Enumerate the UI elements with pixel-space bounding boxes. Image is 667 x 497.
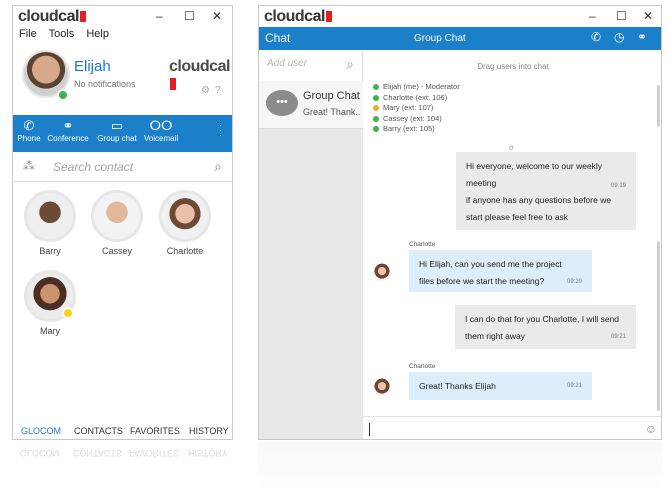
add-user-input[interactable] bbox=[267, 58, 333, 69]
minimize-button[interactable]: – bbox=[156, 9, 163, 23]
menu-file[interactable]: File bbox=[19, 28, 37, 40]
profile-panel: Elijah No notifications cloudcal ⚙ ? bbox=[13, 44, 232, 115]
chat-message: Hi Elijah, can you send me the project f… bbox=[409, 250, 592, 292]
voicemail-icon: ⵔⵔ bbox=[149, 118, 173, 133]
message-sender: Charlotte bbox=[409, 241, 436, 248]
chat-header: Chat Group Chat ✆ ◷ ⚭ bbox=[259, 27, 661, 50]
member-list: Elijah (me) - Moderator Charlotte (ext: … bbox=[373, 82, 460, 135]
search-icon[interactable]: ⌕ bbox=[214, 158, 222, 175]
maximize-button[interactable]: ☐ bbox=[184, 9, 195, 23]
contacts-window: cloudcal – ☐ ✕ File Tools Help Elijah No… bbox=[12, 5, 233, 440]
chat-title: Chat bbox=[265, 31, 291, 45]
phone-button[interactable]: ✆ Phone bbox=[15, 115, 43, 152]
tab-history[interactable]: HISTORY bbox=[189, 426, 229, 436]
call-icon[interactable]: ✆ bbox=[591, 30, 601, 44]
member-scrollbar[interactable] bbox=[657, 85, 660, 127]
action-bar: ✆ Phone ⚭ Conference ▭ Group chat ⵔⵔ Voi… bbox=[13, 115, 232, 152]
conference-button[interactable]: ⚭ Conference bbox=[43, 115, 93, 152]
member-item[interactable]: Charlotte (ext: 106) bbox=[373, 93, 460, 104]
contact-search: ⁂ ⌕ bbox=[13, 152, 232, 182]
group-chat-button[interactable]: ▭ Group chat bbox=[93, 115, 141, 152]
tab-contacts[interactable]: CONTACTS bbox=[74, 426, 123, 436]
voicemail-button[interactable]: ⵔⵔ Voicemail bbox=[141, 115, 181, 152]
chat-body: ⌕ ••• Group Chat Great! Thank... Drag us… bbox=[259, 51, 661, 439]
contact-charlotte[interactable]: Charlotte bbox=[154, 190, 216, 256]
message-time: 09:20 bbox=[566, 279, 582, 285]
conversation-list: ⌕ ••• Group Chat Great! Thank... bbox=[259, 51, 363, 439]
help-icon[interactable]: ? bbox=[215, 85, 221, 96]
contact-barry[interactable]: Barry bbox=[19, 190, 81, 256]
participants-icon[interactable]: ⚭ bbox=[637, 30, 647, 44]
member-item[interactable]: Cassey (ext: 104) bbox=[373, 114, 460, 125]
menu-help[interactable]: Help bbox=[86, 28, 109, 40]
window-reflection bbox=[258, 442, 662, 492]
close-button[interactable]: ✕ bbox=[212, 9, 222, 23]
conversation-title: Group Chat bbox=[414, 33, 466, 44]
avatar bbox=[24, 190, 76, 242]
conference-icon: ⚭ bbox=[62, 118, 74, 133]
chat-message: Great! Thanks Elijah 09:21 bbox=[409, 372, 592, 400]
conversation-item[interactable]: ••• Group Chat Great! Thank... bbox=[259, 81, 363, 129]
phone-icon: ✆ bbox=[23, 118, 35, 133]
avatar bbox=[159, 190, 211, 242]
member-item[interactable]: Mary (ext: 107) bbox=[373, 103, 460, 114]
avatar bbox=[373, 263, 391, 281]
message-time: 09:19 bbox=[610, 183, 626, 189]
search-icon[interactable]: ⌕ bbox=[346, 56, 354, 73]
org-tree-icon[interactable]: ⁂ bbox=[23, 159, 35, 173]
search-contact-input[interactable] bbox=[53, 157, 193, 177]
online-status-dot bbox=[57, 89, 69, 101]
profile-name[interactable]: Elijah bbox=[74, 58, 111, 75]
maximize-button[interactable]: ☐ bbox=[616, 9, 627, 23]
menu-tools[interactable]: Tools bbox=[49, 28, 75, 40]
settings-icon[interactable]: ⚙ bbox=[201, 85, 210, 96]
menu-bar: File Tools Help bbox=[13, 28, 232, 44]
system-marker: o bbox=[509, 143, 514, 152]
tab-glocom[interactable]: GLOCOM bbox=[21, 426, 61, 436]
tab-favorites[interactable]: FAVORITES bbox=[130, 426, 180, 436]
avatar bbox=[24, 270, 76, 322]
more-options-icon[interactable]: · · · bbox=[219, 121, 222, 140]
avatar bbox=[91, 190, 143, 242]
group-chat-icon: ▭ bbox=[110, 118, 124, 133]
notification-status: No notifications bbox=[74, 79, 136, 89]
tabs-reflection: GLOCOM CONTACTS FAVORITES HISTORY bbox=[20, 448, 228, 458]
cloudcall-logo: cloudcal bbox=[264, 8, 332, 26]
message-time: 09:21 bbox=[610, 334, 626, 340]
message-area: Drag users into chat Elijah (me) - Moder… bbox=[363, 51, 661, 416]
member-item[interactable]: Barry (ext: 105) bbox=[373, 124, 460, 135]
contact-grid: Barry Cassey Charlotte Mary bbox=[13, 182, 232, 402]
chat-bubble-icon: ••• bbox=[266, 90, 298, 116]
chat-message: I can do that for you Charlotte, I will … bbox=[455, 305, 636, 349]
text-caret bbox=[369, 423, 370, 436]
away-status-dot bbox=[62, 307, 74, 319]
close-button[interactable]: ✕ bbox=[643, 9, 653, 23]
left-titlebar: cloudcal – ☐ ✕ bbox=[13, 6, 232, 28]
contact-cassey[interactable]: Cassey bbox=[86, 190, 148, 256]
chat-scrollbar[interactable] bbox=[657, 241, 660, 411]
drag-hint: Drag users into chat bbox=[477, 62, 549, 71]
add-user-row: ⌕ bbox=[259, 51, 363, 81]
member-item[interactable]: Elijah (me) - Moderator bbox=[373, 82, 460, 93]
emoji-icon[interactable]: ☺ bbox=[645, 422, 657, 436]
conversation-title: Group Chat bbox=[303, 90, 360, 102]
history-icon[interactable]: ◷ bbox=[614, 30, 624, 44]
message-sender: Charlotte bbox=[409, 363, 436, 370]
chat-message: Hi everyone, welcome to our weekly meeti… bbox=[456, 152, 636, 230]
chat-window: cloudcal – ☐ ✕ Chat Group Chat ✆ ◷ ⚭ ⌕ •… bbox=[258, 5, 662, 440]
message-input[interactable]: ☺ bbox=[363, 416, 661, 439]
contact-mary[interactable]: Mary bbox=[19, 270, 81, 336]
right-titlebar: cloudcal – ☐ ✕ bbox=[259, 6, 661, 27]
cloudcall-logo: cloudcal bbox=[18, 8, 86, 26]
bottom-tabs: GLOCOM CONTACTS FAVORITES HISTORY bbox=[13, 424, 232, 439]
avatar bbox=[373, 378, 391, 396]
conversation-snippet: Great! Thank... bbox=[303, 107, 361, 117]
message-time: 09:21 bbox=[566, 383, 582, 389]
minimize-button[interactable]: – bbox=[589, 9, 596, 23]
